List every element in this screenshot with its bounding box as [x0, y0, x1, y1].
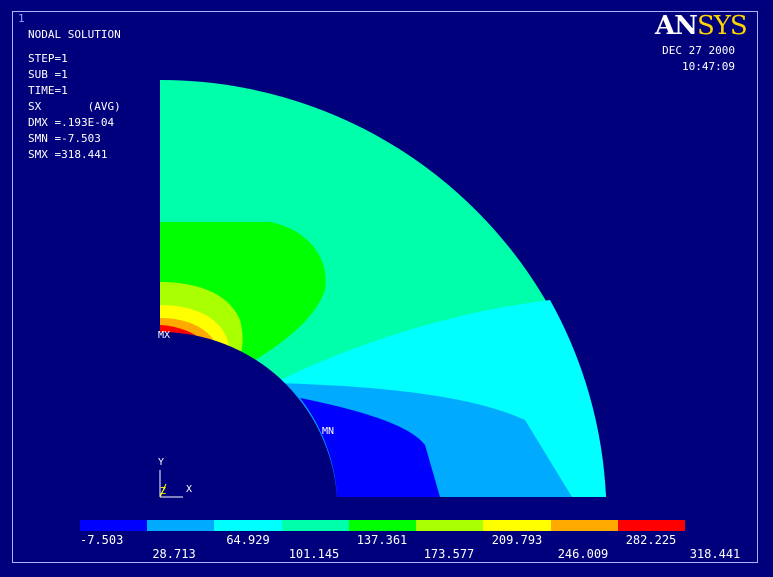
- legend-swatch-7: [550, 520, 618, 531]
- legend-color-bar: [80, 520, 685, 531]
- legend-swatch-8: [617, 520, 685, 531]
- legend-value-top-0: -7.503: [80, 533, 124, 547]
- legend-swatch-6: [483, 520, 551, 531]
- legend-swatch-1: [147, 520, 215, 531]
- legend-value-bottom-0: 28.713: [152, 547, 196, 561]
- legend-swatch-5: [416, 520, 484, 531]
- y-axis-label: Y: [158, 457, 165, 468]
- legend-value-top-1: 64.929: [226, 533, 270, 547]
- legend-value-top-4: 282.225: [625, 533, 677, 547]
- legend-value-bottom-1: 101.145: [288, 547, 340, 561]
- legend-swatch-2: [214, 520, 282, 531]
- min-marker: MN: [322, 426, 335, 437]
- legend-value-bottom-4: 318.441: [689, 547, 741, 561]
- legend-value-top-2: 137.361: [356, 533, 408, 547]
- legend-swatch-0: [80, 520, 148, 531]
- max-marker: MX: [158, 330, 171, 341]
- legend-value-top-3: 209.793: [491, 533, 543, 547]
- x-axis-label: X: [186, 484, 193, 495]
- contour-bands: [160, 79, 606, 498]
- legend-value-bottom-3: 246.009: [557, 547, 609, 561]
- legend-swatch-3: [281, 520, 349, 531]
- legend-value-bottom-2: 173.577: [423, 547, 475, 561]
- z-axis-label: Z: [160, 486, 167, 497]
- contour-plot: [159, 79, 606, 498]
- legend-swatch-4: [348, 520, 417, 531]
